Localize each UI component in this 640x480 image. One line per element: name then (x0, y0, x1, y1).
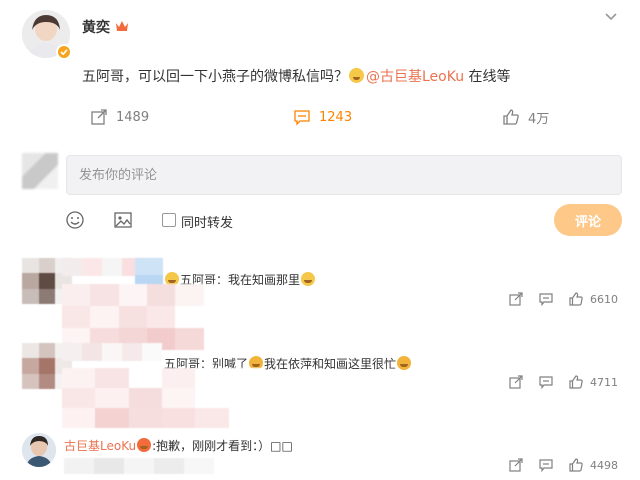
comment-icon[interactable] (538, 374, 554, 390)
comment-like[interactable]: 4498 (568, 457, 618, 473)
submit-comment-button[interactable]: 评论 (554, 204, 622, 236)
share-icon[interactable] (508, 374, 524, 390)
comment-button[interactable]: 1243 (293, 108, 352, 126)
share-icon (90, 108, 108, 126)
comment-avatar[interactable] (22, 433, 56, 467)
repost-button[interactable]: 1489 (90, 108, 149, 126)
vip-crown-icon (115, 20, 129, 32)
like-button[interactable]: 4万 (502, 108, 550, 127)
thumb-up-icon (568, 291, 584, 307)
comment-body: :抱歉，刚刚才看到：） (152, 439, 271, 453)
comment-icon[interactable] (538, 457, 554, 473)
like-count: 4万 (528, 111, 550, 127)
verified-badge-icon (56, 44, 72, 60)
repost-checkbox[interactable] (162, 213, 176, 227)
comment-input[interactable] (67, 156, 621, 194)
post-body: 五阿哥，可以回一下小燕子的微博私信吗？ (82, 69, 348, 85)
comment-actions: 4498 (508, 457, 618, 473)
comment-username-blurred (62, 343, 162, 361)
comment-text: 古巨基LeoKu :抱歉，刚刚才看到：）□□ (64, 437, 293, 454)
comment-actions: 4711 (508, 374, 618, 390)
comment-image-blurred (62, 284, 232, 350)
comment-image-blurred (64, 458, 214, 474)
post-author-name[interactable]: 黄奕 (82, 17, 110, 37)
comment-icon[interactable] (538, 291, 554, 307)
chevron-down-icon[interactable] (604, 10, 618, 24)
image-icon[interactable] (113, 210, 133, 230)
comment-like-count: 6610 (590, 292, 618, 306)
current-user-avatar (22, 153, 58, 189)
comment-like-count: 4711 (590, 375, 618, 389)
comment-count: 1243 (319, 109, 353, 125)
comment-icon (293, 108, 311, 126)
mention-link[interactable]: @古巨基LeoKu (366, 69, 464, 85)
comment-like-count: 4498 (590, 458, 618, 472)
smile-emoji-icon (301, 272, 316, 286)
share-icon[interactable] (508, 457, 524, 473)
comment-tail: □□ (270, 439, 293, 453)
share-icon[interactable] (508, 291, 524, 307)
post-tail: 在线等 (464, 69, 511, 85)
comment-like[interactable]: 4711 (568, 374, 618, 390)
emoji-icon[interactable] (65, 210, 85, 230)
comment-author-name[interactable]: 古巨基LeoKu (64, 439, 136, 453)
comment-actions: 6610 (508, 291, 618, 307)
comment-like[interactable]: 6610 (568, 291, 618, 307)
comment-image-blurred (62, 368, 262, 428)
grin-emoji-icon (349, 68, 364, 83)
thumb-up-icon (568, 457, 584, 473)
crying-emoji-icon (397, 356, 412, 370)
thumb-up-icon (568, 374, 584, 390)
comment-body: 我在依萍和知画这里很忙 (264, 357, 397, 371)
thumb-up-icon (502, 108, 520, 126)
repost-count: 1489 (116, 109, 150, 125)
comment-input-box[interactable] (66, 155, 622, 195)
vip-crown-icon (137, 438, 152, 452)
post-text: 五阿哥，可以回一下小燕子的微博私信吗？ @古巨基LeoKu 在线等 (82, 66, 511, 86)
repost-label: 同时转发 (181, 216, 234, 231)
